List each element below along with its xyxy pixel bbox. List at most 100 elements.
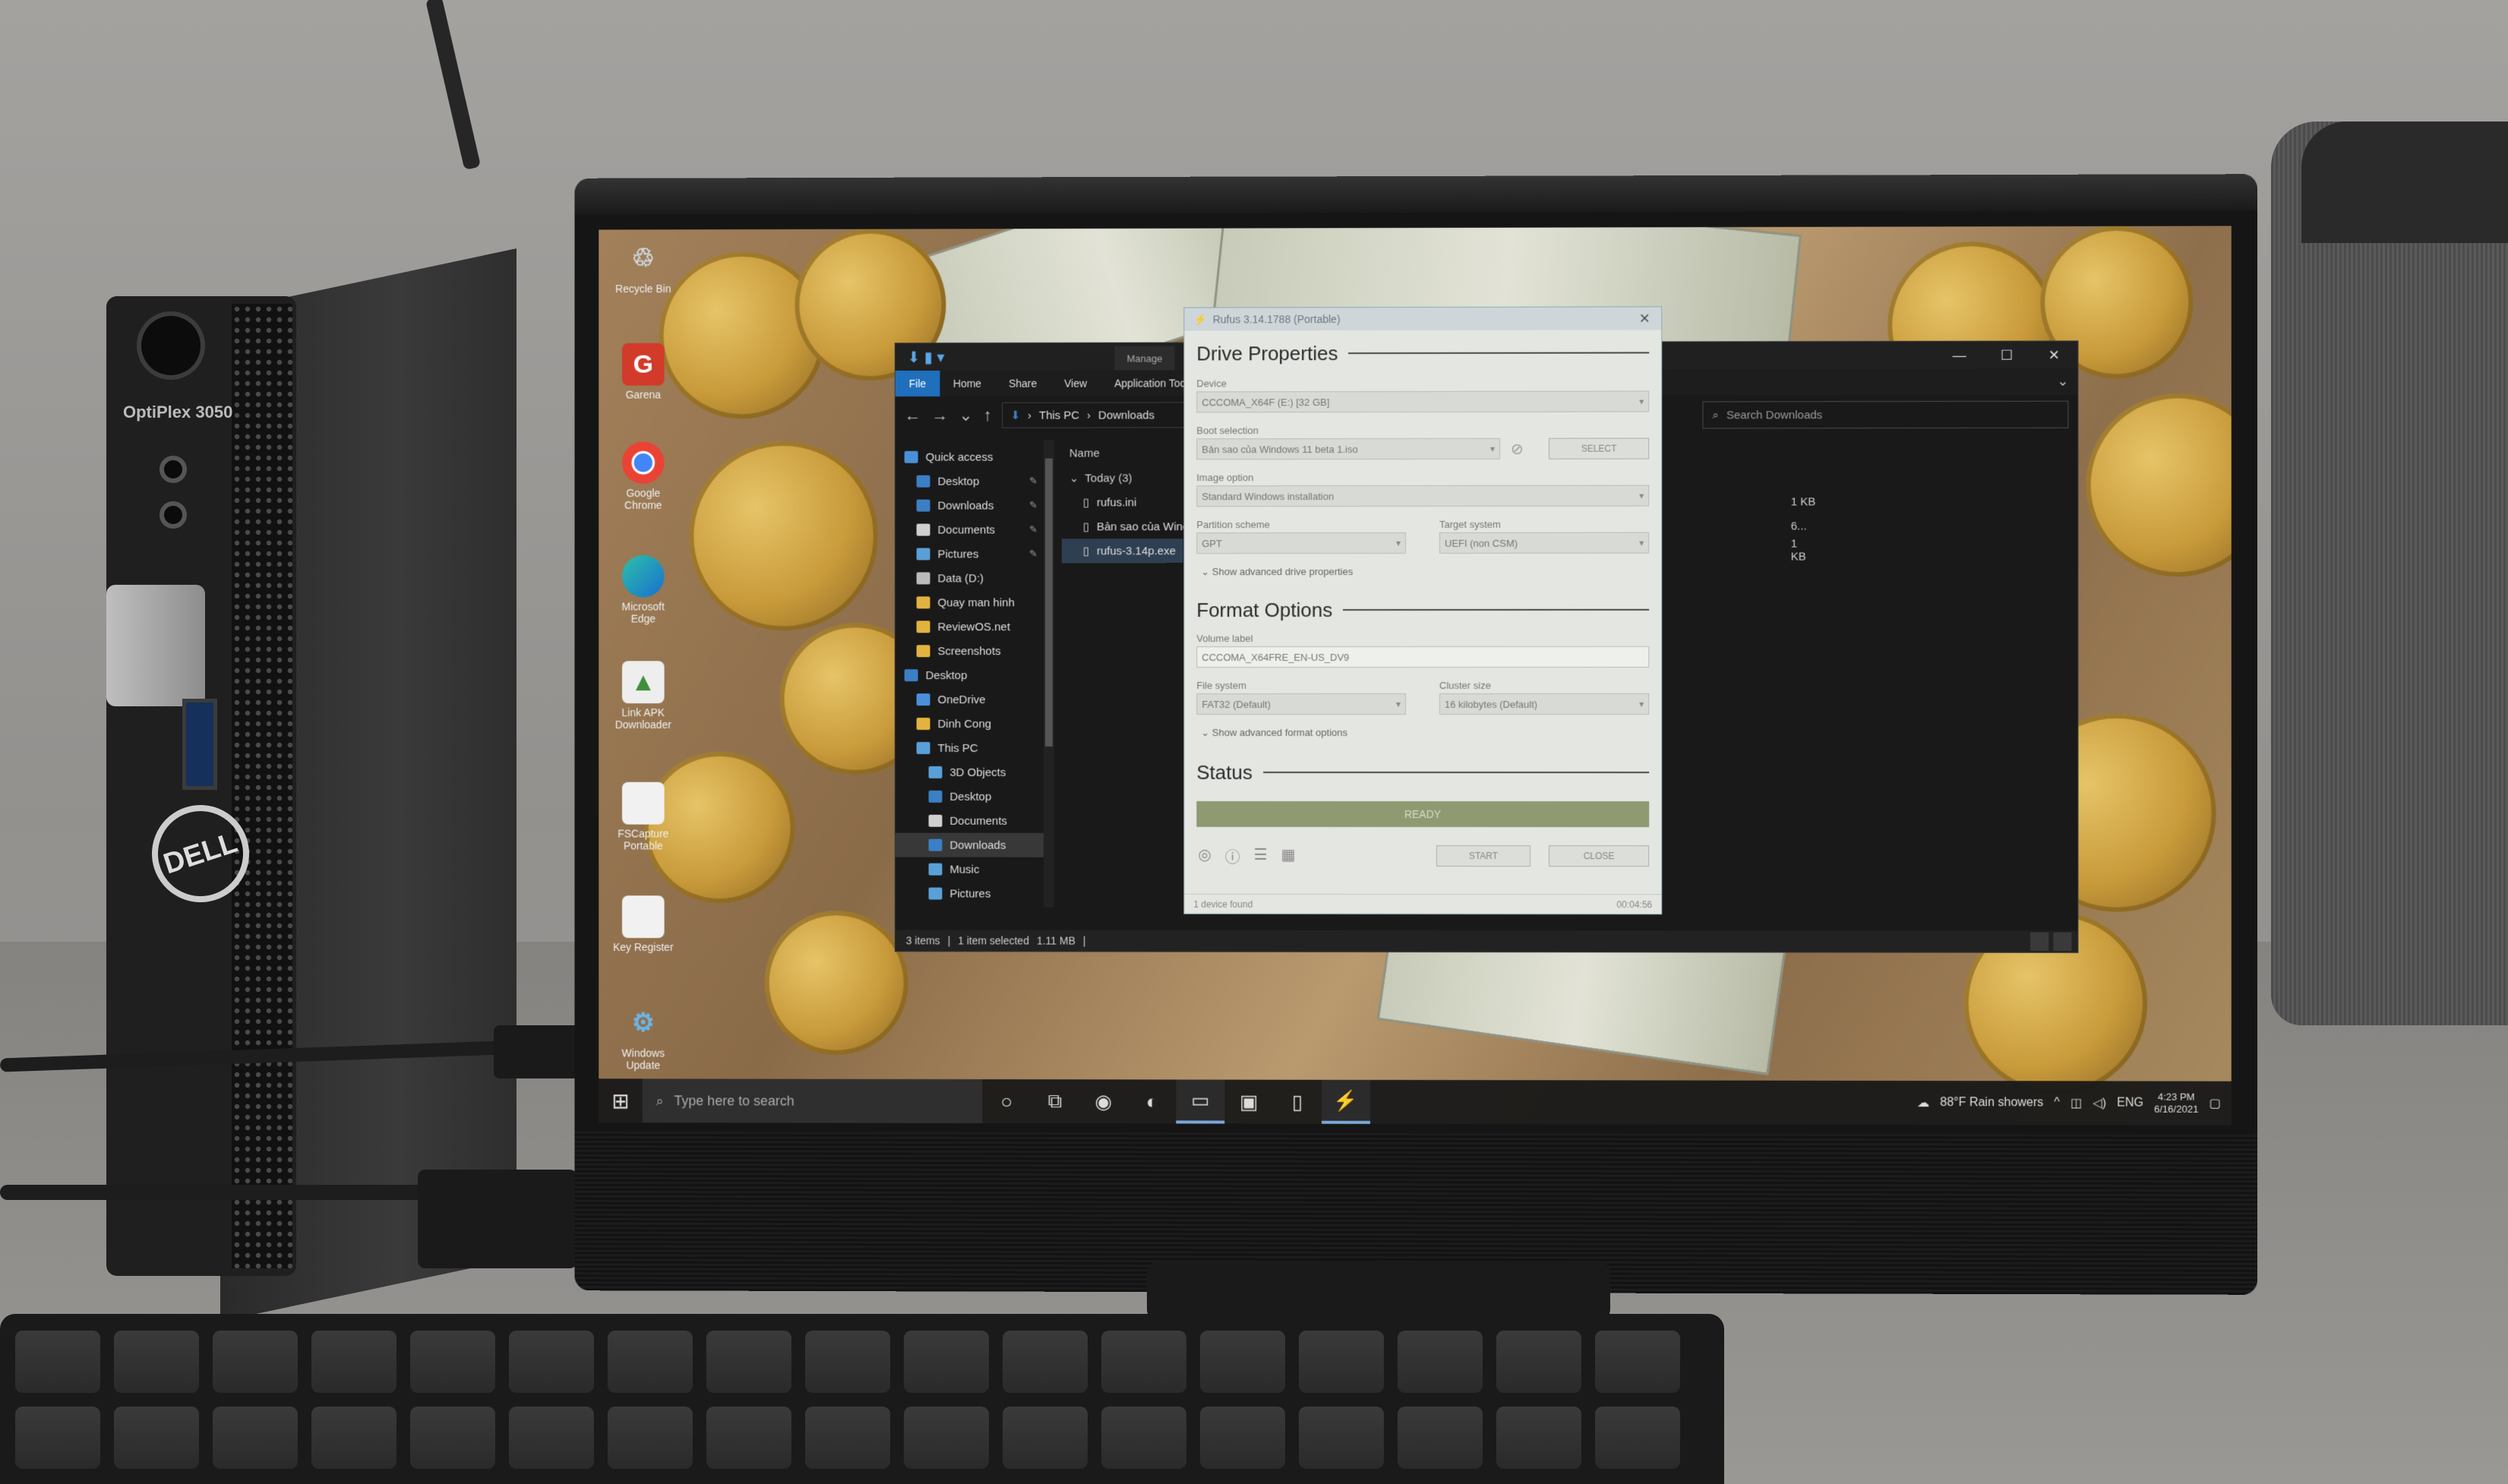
close-icon[interactable]: ✕: [1628, 307, 1661, 330]
nav-item[interactable]: Desktop: [895, 785, 1047, 809]
desktop-icon-fscapture[interactable]: FSCapture Portable: [609, 782, 677, 852]
windows-start-icon[interactable]: ⊞: [599, 1078, 643, 1122]
tab-view[interactable]: View: [1050, 371, 1101, 396]
wallpaper-coin: [689, 441, 878, 631]
progress-text: READY: [1404, 808, 1441, 820]
minimize-icon[interactable]: —: [1936, 342, 1983, 369]
back-arrow-icon[interactable]: ←: [905, 406, 921, 425]
nav-item[interactable]: This PC: [895, 736, 1047, 760]
nav-item[interactable]: Documents: [895, 809, 1047, 833]
store-icon[interactable]: ▣: [1224, 1080, 1273, 1124]
manage-context-tab[interactable]: Manage: [1115, 346, 1175, 371]
chrome-icon[interactable]: ◉: [1079, 1079, 1128, 1123]
chevron-down-icon[interactable]: ⌄: [2057, 374, 2068, 390]
search-icon: ⌕: [656, 1093, 664, 1109]
rufus-tool-icons: ◎ ⓘ ☰ ▦: [1198, 845, 1295, 867]
nav-item[interactable]: Downloads: [895, 833, 1047, 857]
settings-icon[interactable]: ☰: [1254, 845, 1268, 867]
advanced-format-options-toggle[interactable]: ⌄ Show advanced format options: [1201, 727, 1347, 739]
nav-item[interactable]: Pictures: [895, 882, 1047, 906]
select-button[interactable]: SELECT: [1549, 438, 1649, 459]
chevron-up-icon[interactable]: ^: [2054, 1096, 2060, 1110]
recent-locations-icon[interactable]: ⌄: [959, 406, 972, 425]
rufus-icon[interactable]: ⚡: [1322, 1080, 1370, 1124]
taskbar-clock[interactable]: 4:23 PM 6/16/2021: [2154, 1091, 2198, 1116]
search-downloads-input[interactable]: ⌕ Search Downloads: [1702, 401, 2068, 429]
image-option-select[interactable]: Standard Windows installation ▾: [1196, 485, 1649, 507]
log-icon[interactable]: ▦: [1281, 845, 1296, 867]
edge-icon[interactable]: ◐: [1128, 1079, 1177, 1123]
power-button[interactable]: [137, 311, 205, 380]
verify-checksum-icon[interactable]: ⊘: [1511, 440, 1524, 459]
nav-item[interactable]: Data (D:): [895, 566, 1047, 590]
desktop-icon-garena[interactable]: G Garena: [609, 343, 677, 401]
desktop-icon-edge[interactable]: Microsoft Edge: [609, 555, 677, 625]
cortana-icon[interactable]: ○: [982, 1079, 1031, 1123]
navigation-scrollbar[interactable]: [1044, 440, 1054, 908]
nav-item-label: OneDrive: [938, 693, 986, 706]
language-indicator[interactable]: ENG: [2117, 1097, 2143, 1110]
scrollbar-thumb[interactable]: [1045, 459, 1053, 747]
file-explorer-icon[interactable]: ▭: [1176, 1080, 1224, 1124]
tab-share[interactable]: Share: [995, 371, 1050, 396]
large-icons-view-icon[interactable]: [2053, 933, 2071, 951]
close-button[interactable]: CLOSE: [1549, 845, 1649, 867]
advanced-drive-properties-toggle[interactable]: ⌄ Show advanced drive properties: [1201, 566, 1353, 578]
nav-item[interactable]: Documents ✎: [895, 517, 1047, 542]
target-system-select[interactable]: UEFI (non CSM) ▾: [1439, 532, 1649, 554]
keyboard-key: [1003, 1331, 1088, 1393]
file-system-select[interactable]: FAT32 (Default) ▾: [1196, 693, 1406, 715]
cluster-size-select[interactable]: 16 kilobytes (Default) ▾: [1439, 693, 1649, 715]
about-icon[interactable]: ⓘ: [1225, 845, 1240, 867]
start-button[interactable]: START: [1436, 845, 1530, 867]
weather-text[interactable]: 88°F Rain showers: [1940, 1096, 2043, 1110]
notification-icon[interactable]: ▢: [2209, 1096, 2220, 1111]
partition-scheme-select[interactable]: GPT ▾: [1196, 532, 1406, 554]
nav-item[interactable]: Pictures ✎: [895, 542, 1047, 566]
language-icon[interactable]: ◎: [1198, 845, 1211, 867]
desktop-icon-windows-update[interactable]: ⚙ Windows Update: [609, 1002, 677, 1072]
breadcrumb-this-pc[interactable]: This PC: [1039, 409, 1079, 422]
notepad-icon[interactable]: ▯: [1273, 1080, 1322, 1124]
desktop-icon-apk-downloader[interactable]: ▲ Link APK Downloader: [609, 661, 677, 731]
volume-label-input[interactable]: CCCOMA_X64FRE_EN-US_DV9: [1196, 646, 1649, 668]
image-option-value: Standard Windows installation: [1202, 491, 1334, 502]
nav-item[interactable]: Screenshots: [895, 639, 1047, 663]
nav-item[interactable]: Music: [895, 857, 1047, 882]
cloud-icon: [917, 693, 930, 706]
desktop-icon-chrome[interactable]: Google Chrome: [609, 441, 677, 511]
taskbar-search-box[interactable]: ⌕ Type here to search: [643, 1078, 982, 1123]
nav-item[interactable]: Quay man hinh: [895, 590, 1047, 614]
up-arrow-icon[interactable]: ↑: [984, 406, 992, 425]
nav-item-label: Quick access: [926, 450, 993, 463]
maximize-icon[interactable]: ☐: [1983, 342, 2030, 369]
boot-selection-select[interactable]: Bản sao của Windows 11 beta 1.iso ▾: [1196, 438, 1500, 460]
nav-item[interactable]: Quick access: [895, 445, 1047, 469]
details-view-icon[interactable]: [2030, 933, 2048, 951]
quick-access-toolbar-icon[interactable]: ⬇ ▮ ▾: [908, 348, 945, 367]
nav-item[interactable]: 3D Objects: [895, 760, 1047, 785]
task-view-icon[interactable]: ⧉: [1031, 1079, 1079, 1123]
nav-item[interactable]: Desktop: [895, 663, 1047, 687]
close-icon[interactable]: ✕: [2030, 341, 2077, 368]
nav-item[interactable]: Downloads ✎: [895, 494, 1047, 518]
nav-item[interactable]: Desktop ✎: [895, 469, 1047, 494]
file-row[interactable]: ▯ rufus-3.14p.exe 1 KB: [1062, 538, 1183, 563]
device-select[interactable]: CCCOMA_X64F (E:) [32 GB] ▾: [1196, 391, 1649, 413]
breadcrumb-downloads[interactable]: Downloads: [1098, 409, 1155, 422]
volume-icon[interactable]: ◁): [2093, 1095, 2106, 1110]
nav-item[interactable]: OneDrive: [895, 687, 1047, 712]
nav-item[interactable]: Dinh Cong: [895, 712, 1047, 736]
tab-file[interactable]: File: [895, 371, 940, 396]
pin-icon: ✎: [1029, 500, 1038, 512]
desktop-icon-recycle-bin[interactable]: ♲ Recycle Bin: [609, 237, 677, 295]
nav-item[interactable]: ReviewOS.net: [895, 614, 1047, 639]
usb-c-plug: [494, 1025, 585, 1078]
music-icon: [929, 864, 943, 876]
tab-home[interactable]: Home: [940, 371, 995, 396]
file-system-value: FAT32 (Default): [1202, 699, 1271, 710]
network-icon[interactable]: ◫: [2071, 1095, 2082, 1110]
forward-arrow-icon[interactable]: →: [932, 406, 949, 425]
desktop-icon-key-register[interactable]: Key Register: [609, 895, 677, 953]
weather-icon[interactable]: ☁: [1917, 1095, 1929, 1110]
